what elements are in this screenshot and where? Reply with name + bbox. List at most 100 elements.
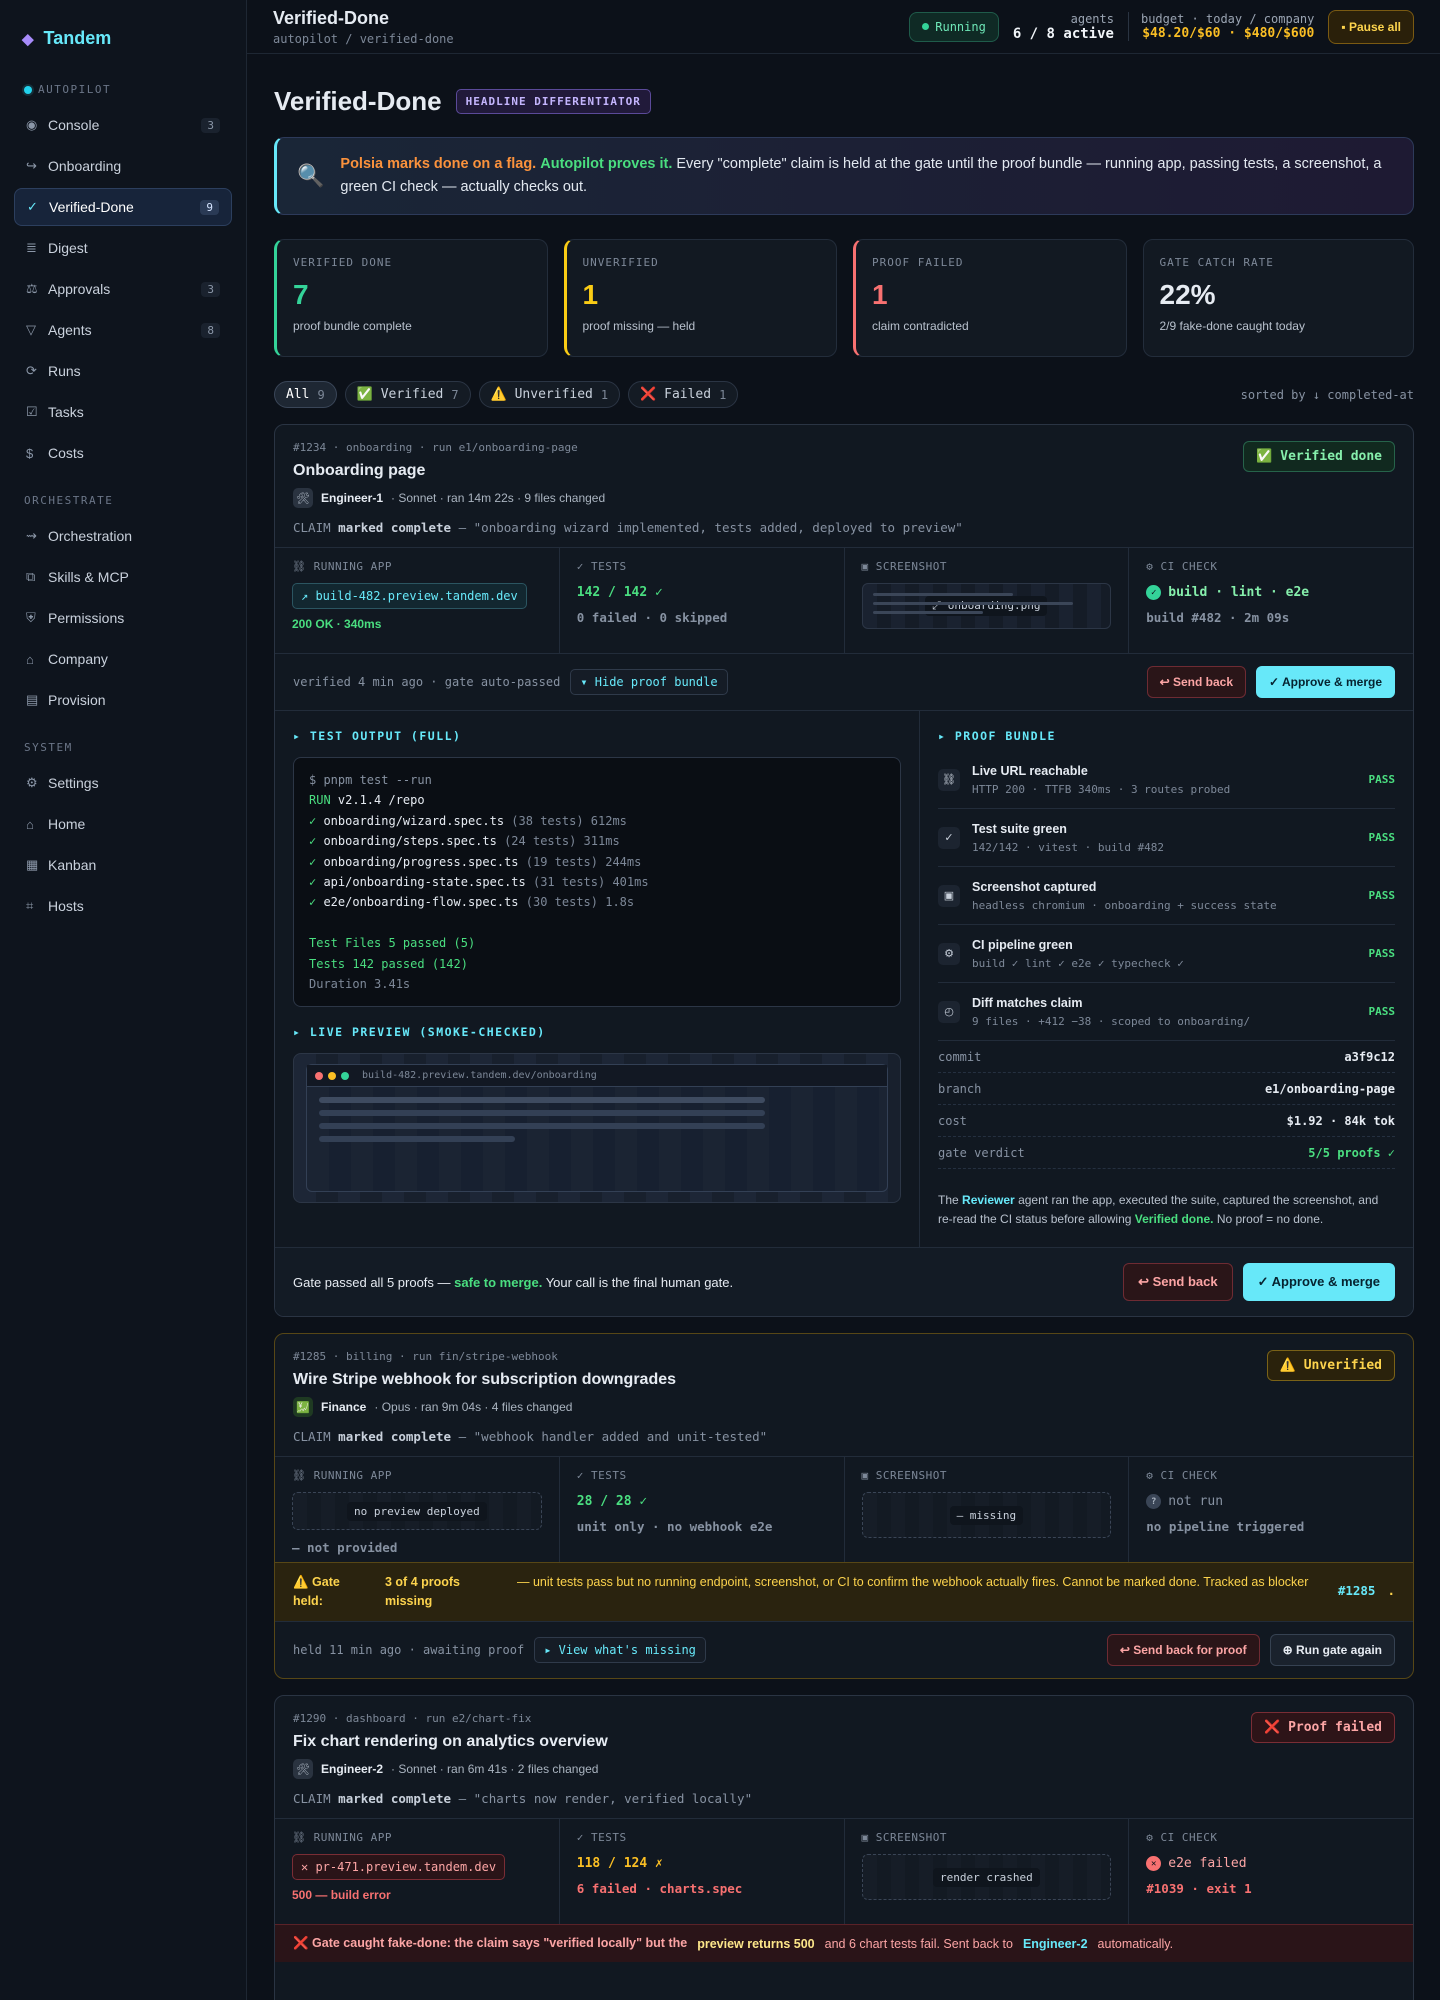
sidebar-item-console[interactable]: ◉ Console 3 [14,106,232,144]
agent-name[interactable]: Finance [321,1400,366,1414]
preview-url-link[interactable]: ↗ build-482.preview.tandem.dev [292,583,527,609]
screenshot-thumbnail[interactable]: ⤢ onboarding.png [861,583,1112,629]
blocker-link[interactable]: #1285 [1338,1583,1376,1598]
sidebar-item-onboarding[interactable]: ↪ Onboarding [14,147,232,185]
tests-label: ✓ TESTS [576,1831,627,1844]
sidebar-item-tasks[interactable]: ☑ Tasks [14,393,232,431]
screenshot-label: ▣ SCREENSHOT [861,1469,947,1482]
run-keyword: RUN [309,793,331,808]
agent-name[interactable]: Engineer-1 [321,491,383,505]
card-title[interactable]: Onboarding page [293,462,1395,480]
live-preview-heading[interactable]: ▸ LIVE PREVIEW (SMOKE-CHECKED) [293,1025,901,1039]
sidebar-item-verified-done[interactable]: ✓ Verified-Done 9 [14,188,232,226]
proof-item-body: Screenshot captured headless chromium · o… [972,880,1357,912]
breadcrumb[interactable]: autopilot / verified-done [273,32,454,46]
tools-icon: 🛠 [293,488,313,508]
sidebar-item-hosts[interactable]: ⌗ Hosts [14,887,232,925]
fail-text: automatically. [1097,1936,1174,1951]
gate-text: Gate passed all 5 proofs — [293,1274,451,1290]
sidebar-item-costs[interactable]: $ Costs [14,434,232,472]
sidebar-item-settings[interactable]: ⚙ Settings [14,764,232,802]
status-badge: ⚠️ Unverified [1266,1350,1395,1381]
sidebar-item-company[interactable]: ⌂ Company [14,640,232,678]
proof-item-sub: 9 files · +412 −38 · scoped to onboardin… [972,1014,1251,1028]
info-banner: 🔍 Polsia marks done on a flag. Autopilot… [274,137,1414,215]
claim-verb: marked complete [338,1791,452,1806]
sidebar-item-label: Runs [48,363,81,379]
sidebar-item-label: Permissions [48,610,125,626]
terminal-line: Duration 3.41s [309,977,411,992]
sidebar-item-provision[interactable]: ▤ Provision [14,681,232,719]
filter-chip[interactable]: All 9 [274,381,337,408]
no-preview-text: no preview deployed [346,1501,487,1521]
meta-value[interactable]: e1/onboarding-page [1265,1082,1395,1096]
section-label: SYSTEM [24,741,73,754]
permissions-icon: ⛨ [26,610,36,625]
card-title[interactable]: Wire Stripe webhook for subscription dow… [293,1371,1395,1389]
agent-link[interactable]: Engineer-2 [1023,1937,1088,1951]
send-back-button[interactable]: ↩ Send back [1123,1263,1233,1301]
meta-key: gate verdict [938,1145,1025,1160]
card-title[interactable]: Fix chart rendering on analytics overvie… [293,1733,1395,1751]
sidebar-item-runs[interactable]: ⟳ Runs [14,352,232,390]
gate-summary: Gate passed all 5 proofs — safe to merge… [293,1275,733,1290]
running-status[interactable]: Running [909,11,999,42]
sidebar-item-permissions[interactable]: ⛨ Permissions [14,599,232,637]
filter-chip[interactable]: ✅ Verified 7 [344,381,471,408]
sidebar-item-kanban[interactable]: ▦ Kanban [14,846,232,884]
live-preview[interactable]: build-482.preview.tandem.dev/onboarding [293,1053,901,1204]
preview-url-link[interactable]: ✕ pr-471.preview.tandem.dev [292,1854,506,1880]
window-close-dot [315,1071,323,1080]
proof-item[interactable]: ⛓ Live URL reachable HTTP 200 · TTFB 340ms… [938,751,1395,809]
stat-card: UNVERIFIED 1 proof missing — held [563,239,837,357]
sidebar-item-digest[interactable]: ≣ Digest [14,229,232,267]
test-output-heading[interactable]: ▸ TEST OUTPUT (FULL) [293,729,901,743]
meta-key: branch [938,1081,982,1096]
filter-chip[interactable]: ❌ Failed 1 [628,381,739,408]
sidebar-item-label: Approvals [48,281,111,297]
sidebar-item-skills-mcp[interactable]: ⧉ Skills & MCP [14,558,232,596]
stat-card: GATE CATCH RATE 22% 2/9 fake-done caught t… [1142,239,1414,357]
approve-merge-button[interactable]: ✓ Approve & merge [1242,1263,1395,1301]
proof-item[interactable]: ⚙ CI pipeline green build ✓ lint ✓ e2e ✓ t… [938,925,1395,983]
run-version: v2.1.4 /repo [330,793,425,808]
meta-value[interactable]: a3f9c12 [1344,1050,1395,1064]
kanban-icon: ▦ [26,857,39,872]
brand[interactable]: ◆ Tandem [14,24,232,83]
test-file: onboarding/progress.spec.ts [316,854,519,869]
proof-item[interactable]: ✓ Test suite green 142/142 · vitest · buil… [938,809,1395,867]
sidebar-item-agents[interactable]: ▽ Agents 8 [14,311,232,349]
orchestration-icon: ⇝ [26,528,37,543]
approve-merge-button[interactable]: ✓ Approve & merge [1256,666,1395,698]
filter-chip[interactable]: ⚠️ Unverified 1 [478,381,621,408]
sort-indicator[interactable]: sorted by ↓ completed-at [1241,388,1414,402]
test-file: e2e/onboarding-flow.spec.ts [316,895,519,910]
agents-icon: ▽ [26,322,36,337]
note-text: The [938,1193,959,1207]
proof-item[interactable]: ▣ Screenshot captured headless chromium · … [938,867,1395,925]
proof-item[interactable]: ◴ Diff matches claim 9 files · +412 −38 · … [938,983,1395,1041]
run-gate-again-button[interactable]: ⊕ Run gate again [1269,1634,1395,1666]
tests-value: 118 / 124 ✗ [576,1856,663,1871]
magnifier-icon: 🔍 [297,163,325,188]
sidebar-item-orchestration[interactable]: ⇝ Orchestration [14,517,232,555]
agent-name[interactable]: Engineer-2 [321,1762,383,1776]
send-back-for-proof-button[interactable]: ↩ Send back for proof [1106,1634,1260,1666]
meta-row: gate verdict 5/5 proofs ✓ [938,1137,1395,1169]
gate-held-end: . [1387,1583,1395,1598]
terminal-line: $ pnpm test --run [309,773,432,787]
reviewer-note: The Reviewer agent ran the app, executed… [938,1191,1395,1229]
test-file: onboarding/wizard.spec.ts [316,813,505,828]
pause-all-button[interactable]: ▪ Pause all [1328,9,1414,44]
stat-value: 1 [872,279,888,310]
view-missing-button[interactable]: ▸ View what's missing [534,1637,706,1663]
sidebar-item-home[interactable]: ⌂ Home [14,805,232,843]
hide-proof-bundle-button[interactable]: ▾ Hide proof bundle [570,669,728,695]
reviewer-link[interactable]: Reviewer [962,1193,1015,1207]
verified-time: verified 4 min ago · gate auto-passed [293,675,561,689]
send-back-button[interactable]: ↩ Send back [1146,666,1247,698]
stat-value: 22% [1159,279,1216,310]
runs-icon: ⟳ [26,363,37,378]
sidebar-item-approvals[interactable]: ⚖ Approvals 3 [14,270,232,308]
task-card: #1290 · dashboard · run e2/chart-fix Fix… [274,1695,1414,2000]
